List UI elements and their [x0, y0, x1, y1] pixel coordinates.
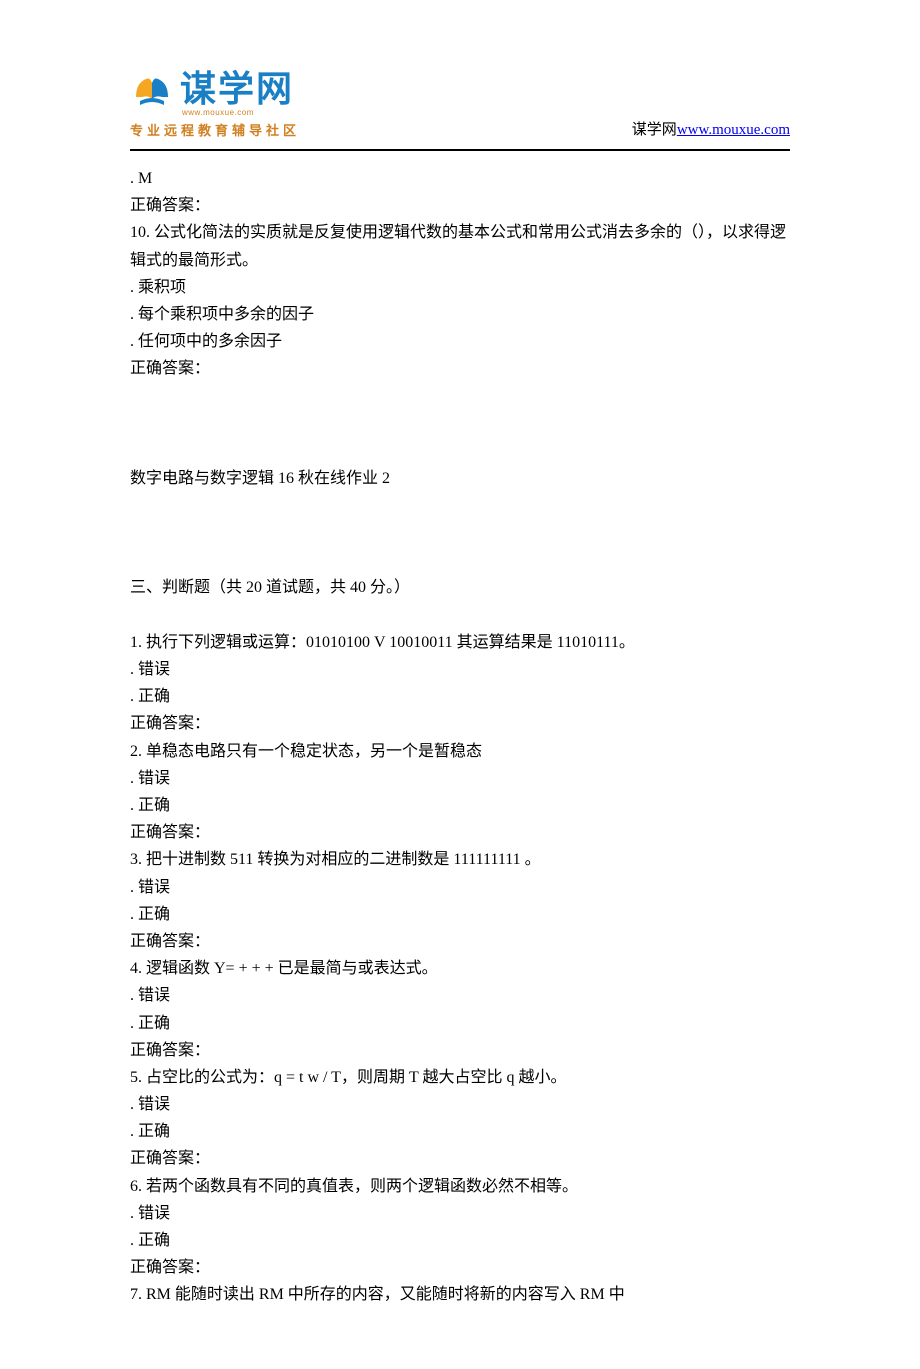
section-title: 数字电路与数字逻辑 16 秋在线作业 2 [130, 465, 790, 492]
q1-answer-label: 正确答案： [130, 710, 790, 737]
q6-opt-wrong: . 错误 [130, 1200, 790, 1227]
header-site-link[interactable]: www.mouxue.com [677, 122, 790, 138]
q4-prompt: 4. 逻辑函数 Y= + + + 已是最简与或表达式。 [130, 955, 790, 982]
q2-opt-right: . 正确 [130, 792, 790, 819]
logo-subtitle: 专业远程教育辅导社区 [130, 120, 300, 139]
q5-opt-wrong: . 错误 [130, 1091, 790, 1118]
header-right: 谋学网www.mouxue.com [632, 118, 790, 139]
q3-prompt: 3. 把十进制数 511 转换为对相应的二进制数是 111111111 。 [130, 846, 790, 873]
q10-opt2: . 每个乘积项中多余的因子 [130, 301, 790, 328]
q7-prompt: 7. RM 能随时读出 RM 中所存的内容，又能随时将新的内容写入 RM 中 [130, 1281, 790, 1308]
q4-opt-wrong: . 错误 [130, 982, 790, 1009]
prev-option-m: . M [130, 165, 790, 192]
q4-opt-right: . 正确 [130, 1010, 790, 1037]
q6-opt-right: . 正确 [130, 1227, 790, 1254]
q1-opt-wrong: . 错误 [130, 656, 790, 683]
q2-opt-wrong: . 错误 [130, 765, 790, 792]
logo-icon [130, 69, 174, 109]
q2-answer-label: 正确答案： [130, 819, 790, 846]
q4-answer-label: 正确答案： [130, 1037, 790, 1064]
part-header: 三、判断题（共 20 道试题，共 40 分。） [130, 574, 790, 601]
q10-opt3: . 任何项中的多余因子 [130, 328, 790, 355]
q6-answer-label: 正确答案： [130, 1254, 790, 1281]
q5-opt-right: . 正确 [130, 1118, 790, 1145]
q5-prompt: 5. 占空比的公式为：q = t w / T，则周期 T 越大占空比 q 越小。 [130, 1064, 790, 1091]
prev-answer-label: 正确答案： [130, 192, 790, 219]
q3-opt-wrong: . 错误 [130, 874, 790, 901]
q3-opt-right: . 正确 [130, 901, 790, 928]
q10-answer-label: 正确答案： [130, 355, 790, 382]
document-content: . M 正确答案： 10. 公式化简法的实质就是反复使用逻辑代数的基本公式和常用… [130, 165, 790, 1309]
q6-prompt: 6. 若两个函数具有不同的真值表，则两个逻辑函数必然不相等。 [130, 1173, 790, 1200]
header-divider [130, 149, 790, 151]
gap [130, 383, 790, 465]
q2-prompt: 2. 单稳态电路只有一个稳定状态，另一个是暂稳态 [130, 738, 790, 765]
gap [130, 601, 790, 629]
q5-answer-label: 正确答案： [130, 1145, 790, 1172]
document-page: 谋学网 www.mouxue.com 专业远程教育辅导社区 谋学网www.mou… [0, 0, 920, 1369]
logo-top-row: 谋学网 www.mouxue.com [130, 60, 300, 117]
q3-answer-label: 正确答案： [130, 928, 790, 955]
site-logo: 谋学网 www.mouxue.com 专业远程教育辅导社区 [130, 60, 300, 139]
logo-brand-name: 谋学网 [180, 60, 294, 112]
q10-opt1: . 乘积项 [130, 274, 790, 301]
gap [130, 492, 790, 574]
q1-prompt: 1. 执行下列逻辑或运算：01010100 V 10010011 其运算结果是 … [130, 629, 790, 656]
q1-opt-right: . 正确 [130, 683, 790, 710]
logo-text-block: 谋学网 www.mouxue.com [180, 60, 294, 117]
page-header: 谋学网 www.mouxue.com 专业远程教育辅导社区 谋学网www.mou… [130, 60, 790, 139]
q10-prompt: 10. 公式化简法的实质就是反复使用逻辑代数的基本公式和常用公式消去多余的（），… [130, 219, 790, 273]
header-site-name: 谋学网 [632, 122, 677, 138]
